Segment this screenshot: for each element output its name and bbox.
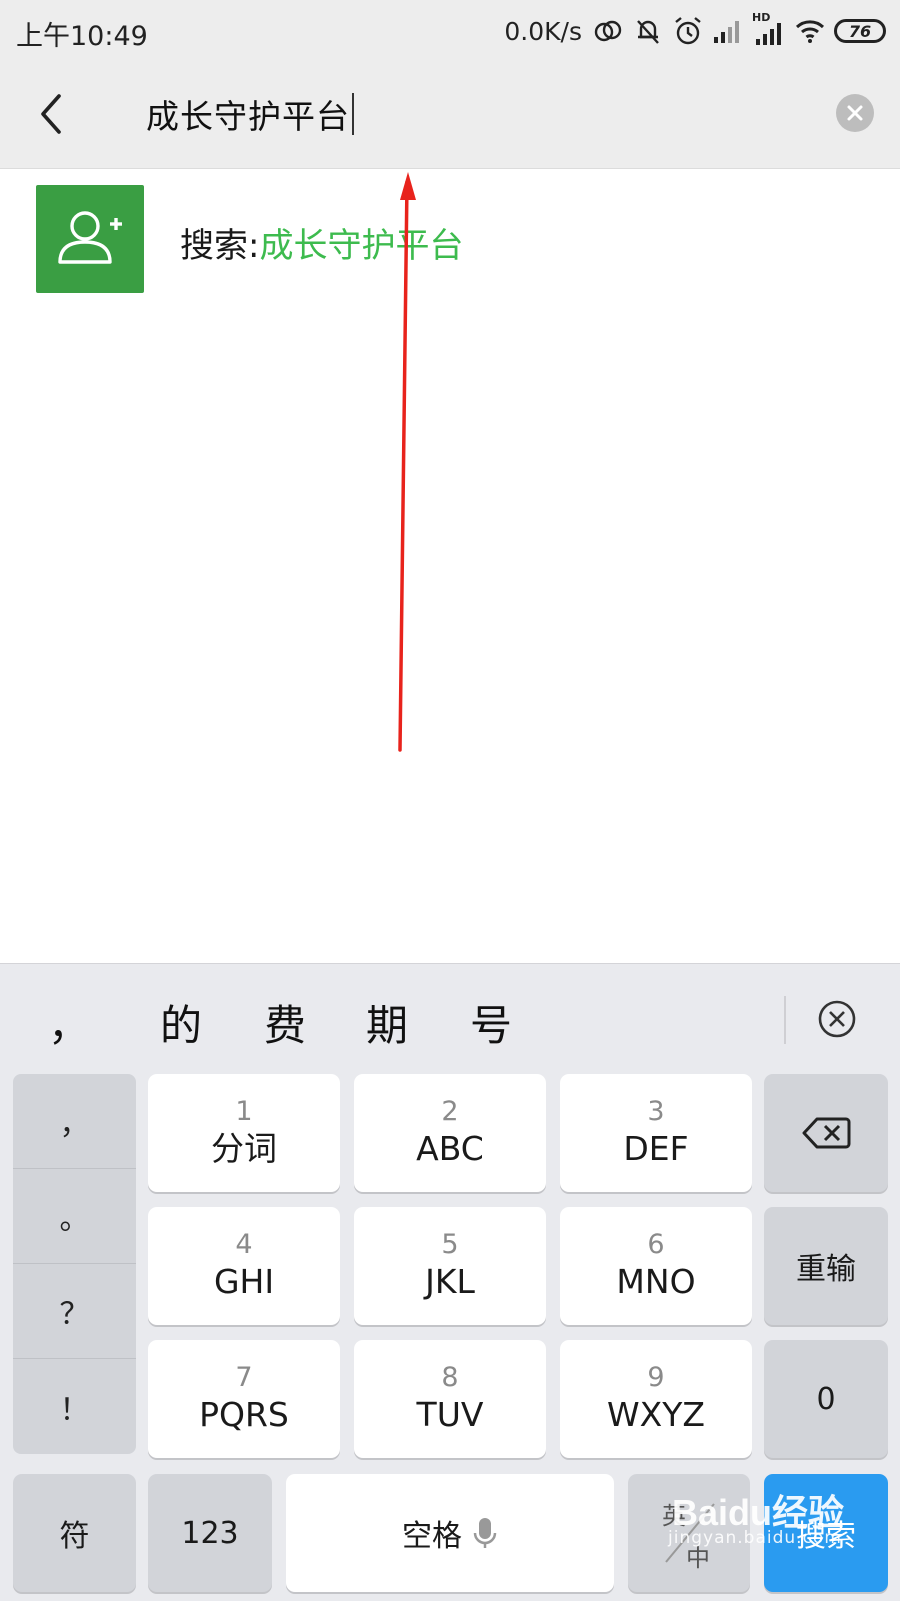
key-7-label: PQRS	[199, 1395, 289, 1434]
network-speed: 0.0K/s	[504, 16, 582, 46]
alarm-icon	[675, 17, 701, 45]
mute-icon	[637, 20, 659, 44]
watermark-url: jingyan.baidu.com	[668, 1528, 842, 1548]
chevron-left-icon	[41, 94, 61, 134]
status-icons: 0.0K/s HD 76	[504, 11, 886, 50]
candidate-4[interactable]: 号	[470, 992, 512, 1053]
sync-icon	[594, 20, 622, 42]
key-3-num: 3	[647, 1096, 665, 1127]
text-caret	[352, 93, 354, 135]
clear-icon	[847, 105, 863, 121]
key-6-num: 6	[647, 1229, 665, 1260]
candidate-1[interactable]: 的	[160, 992, 202, 1053]
battery-icon: 76	[834, 19, 886, 43]
key-4-num: 4	[235, 1229, 253, 1260]
retype-key[interactable]: 重输	[764, 1207, 888, 1325]
punct-key-exclaim[interactable]: ！	[13, 1359, 136, 1454]
clear-button[interactable]	[836, 94, 874, 132]
candidate-bar: ， 的 费 期 号	[0, 964, 900, 1074]
search-input[interactable]: 成长守护平台	[146, 86, 786, 142]
key-9[interactable]: 9 WXYZ	[560, 1340, 752, 1458]
punct-key-period[interactable]: 。	[13, 1169, 136, 1264]
add-contact-icon	[36, 185, 144, 293]
symbol-label: 符	[59, 1519, 90, 1554]
candidate-0[interactable]: ，	[48, 992, 90, 1053]
key-3[interactable]: 3 DEF	[560, 1074, 752, 1192]
key-5[interactable]: 5 JKL	[354, 1207, 546, 1325]
search-result-query: 成长守护平台	[259, 226, 464, 266]
backspace-key[interactable]	[764, 1074, 888, 1192]
key-9-num: 9	[647, 1362, 665, 1393]
space-label: 空格	[402, 1519, 462, 1554]
signal-icon	[714, 21, 739, 43]
zero-key[interactable]: 0	[764, 1340, 888, 1458]
key-8-num: 8	[441, 1362, 459, 1393]
key-8-label: TUV	[416, 1395, 484, 1434]
wifi-icon	[795, 20, 825, 43]
numeric-key[interactable]: 123	[148, 1474, 272, 1592]
key-7[interactable]: 7 PQRS	[148, 1340, 340, 1458]
key-3-label: DEF	[623, 1129, 689, 1168]
punct-key-comma[interactable]: ，	[13, 1074, 136, 1169]
status-time: 上午10:49	[16, 21, 148, 52]
key-1-num: 1	[235, 1096, 253, 1127]
search-input-text: 成长守护平台	[146, 97, 350, 136]
battery-level: 76	[848, 21, 872, 41]
key-8[interactable]: 8 TUV	[354, 1340, 546, 1458]
candidate-divider	[784, 996, 786, 1044]
search-result-item[interactable]: 搜索:成长守护平台	[0, 168, 900, 310]
space-key[interactable]: 空格	[286, 1474, 614, 1592]
key-5-num: 5	[441, 1229, 459, 1260]
status-bar: 上午10:49 0.0K/s HD 76	[0, 0, 900, 62]
symbol-key[interactable]: 符	[13, 1474, 136, 1592]
key-1[interactable]: 1 分词	[148, 1074, 340, 1192]
backspace-icon	[802, 1117, 851, 1149]
collapse-icon[interactable]	[817, 999, 857, 1039]
search-result-prefix: 搜索:	[180, 226, 260, 266]
key-6[interactable]: 6 MNO	[560, 1207, 752, 1325]
search-header: 成长守护平台	[0, 62, 900, 169]
punct-key-question[interactable]: ？	[13, 1264, 136, 1359]
candidate-2[interactable]: 费	[264, 992, 306, 1053]
candidate-3[interactable]: 期	[366, 992, 408, 1053]
numeric-label: 123	[181, 1515, 239, 1551]
key-4-label: GHI	[213, 1262, 275, 1301]
key-6-label: MNO	[616, 1262, 696, 1301]
zero-label: 0	[816, 1381, 836, 1417]
key-2-label: ABC	[416, 1129, 484, 1168]
key-2[interactable]: 2 ABC	[354, 1074, 546, 1192]
search-result-text: 搜索:成长守护平台	[180, 218, 463, 267]
punctuation-column: ， 。 ？ ！	[13, 1074, 136, 1454]
key-7-num: 7	[235, 1362, 253, 1393]
key-9-label: WXYZ	[606, 1395, 705, 1434]
key-1-label: 分词	[211, 1129, 277, 1168]
mic-icon	[473, 1518, 497, 1548]
key-4[interactable]: 4 GHI	[148, 1207, 340, 1325]
key-5-label: JKL	[425, 1262, 475, 1301]
key-2-num: 2	[441, 1096, 459, 1127]
signal-hd-icon: HD	[752, 11, 786, 49]
retype-label: 重输	[796, 1252, 856, 1287]
back-button[interactable]	[22, 84, 82, 144]
